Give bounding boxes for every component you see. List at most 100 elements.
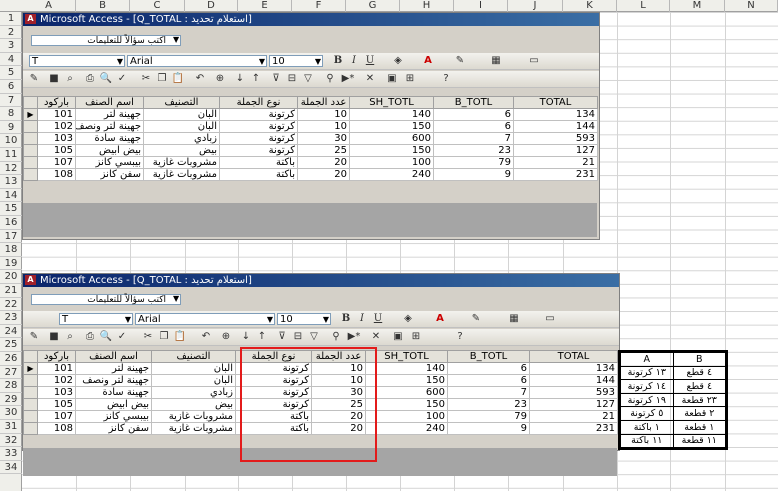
cell[interactable]: البان [143, 108, 220, 121]
filter-by-selection-icon[interactable]: ⊽ [269, 72, 283, 86]
fill-color-icon[interactable]: ◈ [401, 312, 415, 326]
database-window-icon[interactable]: ▣ [391, 330, 405, 344]
cell[interactable]: 140 [349, 108, 434, 121]
special-effect-icon[interactable]: ▭ [543, 312, 557, 326]
filter-by-selection-icon[interactable]: ⊽ [275, 330, 289, 344]
cell[interactable]: 21 [513, 156, 598, 169]
record-selector[interactable] [23, 398, 38, 411]
datasheet[interactable]: باركود اسم الصنف التصنيف نوع الجملة عدد … [23, 96, 598, 181]
cell[interactable]: 20 [297, 168, 350, 181]
hyperlink-icon[interactable]: ⊕ [213, 72, 227, 86]
row-header-8[interactable]: 8 [0, 107, 22, 121]
cell[interactable]: 240 [349, 168, 434, 181]
record-selector[interactable] [23, 120, 38, 133]
row-header-23[interactable]: 23 [0, 311, 22, 325]
access-window-1[interactable]: A Microsoft Access - [Q_TOTAL : استعلام … [22, 12, 600, 240]
table-row[interactable]: ١١ باكتة ١١ قطعة [620, 433, 727, 449]
column-header-k[interactable]: K [563, 0, 617, 12]
cell[interactable]: 10 [297, 108, 350, 121]
copy-icon[interactable]: ❐ [155, 72, 169, 86]
cell[interactable]: 127 [529, 398, 618, 411]
row-header-16[interactable]: 16 [0, 216, 22, 230]
cell[interactable]: مشروبات غازية [151, 422, 236, 435]
cell[interactable]: جهينة لتر ونصف [75, 120, 144, 133]
column-header[interactable]: SH_TOTL [349, 96, 434, 109]
filter-by-form-icon[interactable]: ⊟ [291, 330, 305, 344]
print-preview-icon[interactable]: 🔍 [99, 72, 113, 86]
sort-descending-icon[interactable]: ↑ [249, 72, 263, 86]
cell[interactable]: البان [143, 120, 220, 133]
undo-icon[interactable]: ↶ [199, 330, 213, 344]
cell[interactable]: 23 [433, 144, 514, 157]
cell[interactable]: بيض ابيض [75, 398, 152, 411]
row-header-7[interactable]: 7 [0, 94, 22, 108]
italic-button[interactable]: I [355, 312, 369, 326]
table-row[interactable]: ١٣ كرتونة ٤ قطع [620, 365, 727, 381]
record-selector[interactable] [23, 410, 38, 423]
print-icon[interactable]: ⎙ [83, 330, 97, 344]
apply-filter-icon[interactable]: ▽ [307, 330, 321, 344]
row-header-20[interactable]: 20 [0, 270, 22, 284]
corner-cell[interactable] [23, 350, 38, 363]
cell[interactable]: ١ باكتة [620, 419, 674, 435]
column-header-i[interactable]: I [454, 0, 508, 12]
cell[interactable]: 102 [37, 374, 76, 387]
help-icon[interactable]: ? [439, 72, 453, 86]
cell[interactable]: 79 [447, 410, 530, 423]
spelling-icon[interactable]: ✓ [115, 72, 129, 86]
paste-icon[interactable]: 📋 [171, 72, 185, 86]
cell[interactable]: 6 [447, 374, 530, 387]
spelling-icon[interactable]: ✓ [115, 330, 129, 344]
row-header-26[interactable]: 26 [0, 352, 22, 366]
cell[interactable]: 101 [37, 108, 76, 121]
row-header-22[interactable]: 22 [0, 298, 22, 312]
cell[interactable]: 105 [37, 144, 76, 157]
cell[interactable]: بيبسي كانز [75, 156, 144, 169]
column-header[interactable]: باركود [37, 96, 76, 109]
row-header-1[interactable]: 1 [0, 12, 22, 26]
cut-icon[interactable]: ✂ [141, 330, 155, 344]
cell[interactable]: 140 [365, 362, 448, 375]
cell[interactable]: بيض ابيض [75, 144, 144, 157]
cell[interactable]: بيبسي كانز [75, 410, 152, 423]
cell[interactable]: 30 [297, 132, 350, 145]
print-icon[interactable]: ⎙ [83, 72, 97, 86]
table-row[interactable]: ▶ 101 جهينة لتر البان كرتونة 10 140 6 134 [23, 108, 598, 121]
find-icon[interactable]: ⚲ [329, 330, 343, 344]
column-header-n[interactable]: N [725, 0, 778, 12]
database-window-icon[interactable]: ▣ [385, 72, 399, 86]
cell[interactable]: 150 [365, 374, 448, 387]
cell[interactable]: زبادي [151, 386, 236, 399]
font-name-selector[interactable]: Arial ▼ [127, 55, 267, 67]
save-icon[interactable]: ■ [47, 330, 61, 344]
row-header-21[interactable]: 21 [0, 284, 22, 298]
cell[interactable]: ١٩ كرتونة [620, 392, 674, 408]
cell[interactable]: 105 [37, 398, 76, 411]
cell[interactable]: 134 [513, 108, 598, 121]
cell[interactable]: 103 [37, 386, 76, 399]
cell[interactable]: جهينة سادة [75, 132, 144, 145]
row-header-14[interactable]: 14 [0, 189, 22, 203]
cell[interactable]: ١٣ كرتونة [620, 365, 674, 381]
row-header-2[interactable]: 2 [0, 26, 22, 40]
ask-question-input[interactable]: اكتب سؤالاً للتعليمات [31, 294, 181, 305]
cell[interactable]: 7 [433, 132, 514, 145]
row-header-30[interactable]: 30 [0, 406, 22, 420]
row-header-31[interactable]: 31 [0, 420, 22, 434]
current-record-icon[interactable]: ▶ [23, 362, 38, 375]
line-color-icon[interactable]: ✎ [453, 54, 467, 68]
table-row[interactable]: 108 سفن كانز مشروبات غازية باكتة 20 240 9 231 [23, 168, 598, 181]
cell[interactable]: 79 [433, 156, 514, 169]
cell[interactable]: 20 [297, 156, 350, 169]
bold-button[interactable]: B [339, 312, 353, 326]
new-record-icon[interactable]: ▶* [347, 330, 361, 344]
table-row[interactable]: 103 جهينة سادة زبادي كرتونة 30 600 7 593 [23, 132, 598, 145]
table-row[interactable]: 105 بيض ابيض بيض كرتونة 25 150 23 127 [23, 144, 598, 157]
font-size-selector[interactable]: 10 ▼ [277, 313, 331, 325]
record-selector[interactable] [23, 422, 38, 435]
row-header-4[interactable]: 4 [0, 53, 22, 67]
delete-record-icon[interactable]: ✕ [369, 330, 383, 344]
cell[interactable]: كرتونة [219, 132, 298, 145]
cell[interactable]: مشروبات غازية [151, 410, 236, 423]
column-header-m[interactable]: M [670, 0, 725, 12]
